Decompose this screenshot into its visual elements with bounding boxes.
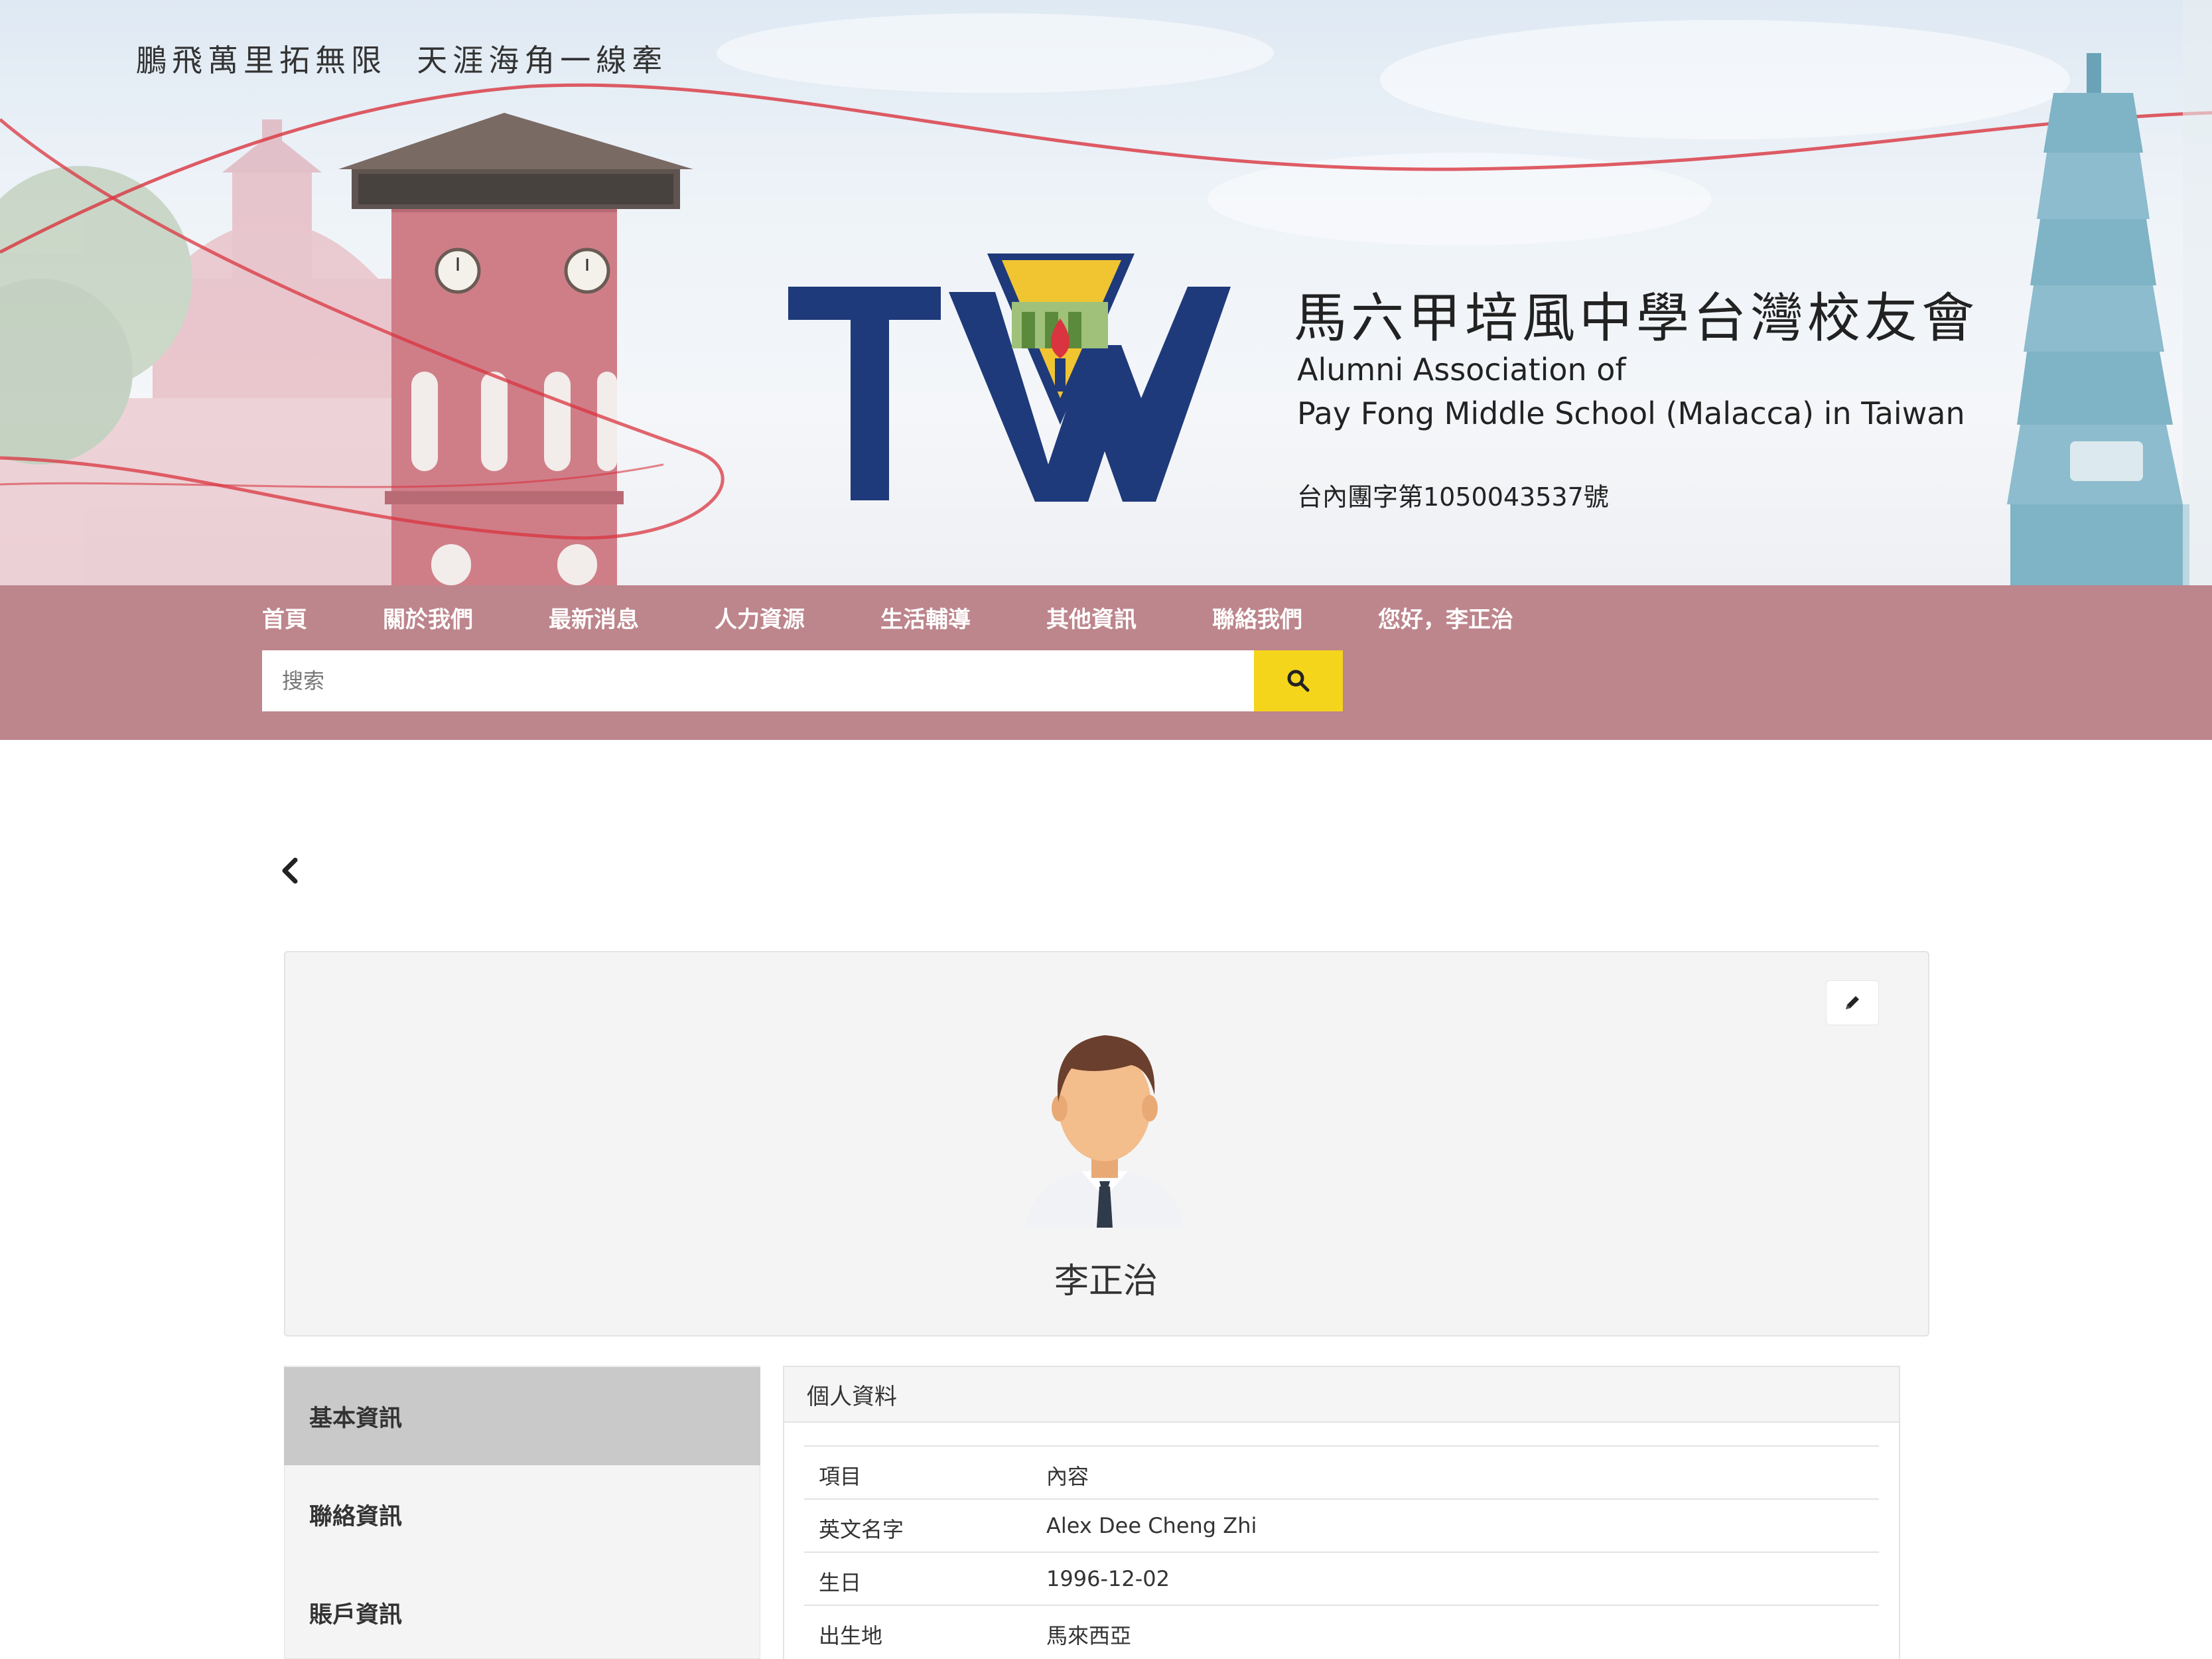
nav-item-contact[interactable]: 聯絡我們 bbox=[1212, 601, 1302, 634]
row-label: 生日 bbox=[819, 1570, 862, 1595]
user-avatar bbox=[1025, 1035, 1184, 1228]
nav-item-human-resources[interactable]: 人力資源 bbox=[715, 601, 805, 634]
nav-item-other-info[interactable]: 其他資訊 bbox=[1046, 601, 1137, 634]
tab-account-info[interactable]: 賬戶資訊 bbox=[284, 1563, 760, 1659]
row-value: 1996-12-02 bbox=[1046, 1566, 1170, 1591]
chevron-left-icon bbox=[282, 857, 298, 884]
table-row: 生日 1996-12-02 bbox=[804, 1551, 1879, 1605]
row-label: 英文名字 bbox=[819, 1517, 904, 1542]
slogan-text: 鵬飛萬里拓無限 天涯海角一線牽 bbox=[136, 42, 668, 78]
nav-item-user-greeting[interactable]: 您好，李正治 bbox=[1378, 601, 1513, 634]
nav-item-life-guidance[interactable]: 生活輔導 bbox=[880, 601, 971, 634]
header-banner: 鵬飛萬里拓無限 天涯海角一線牽 馬六甲培風中學台灣校友會 Alumni Asso… bbox=[0, 0, 2212, 585]
nav-item-news[interactable]: 最新消息 bbox=[549, 601, 639, 634]
tab-basic-info[interactable]: 基本資訊 bbox=[284, 1367, 760, 1465]
tw-logo bbox=[788, 253, 1231, 502]
table-row: 英文名字 Alex Dee Cheng Zhi bbox=[804, 1498, 1879, 1551]
row-value: Alex Dee Cheng Zhi bbox=[1046, 1513, 1257, 1538]
nav-item-about[interactable]: 關於我們 bbox=[383, 601, 473, 634]
org-name-english-line2: Pay Fong Middle School (Malacca) in Taiw… bbox=[1297, 396, 1965, 431]
column-header-content: 內容 bbox=[1046, 1464, 1089, 1489]
pencil-icon bbox=[1846, 996, 1859, 1009]
org-name-chinese: 馬六甲培風中學台灣校友會 bbox=[1294, 287, 1978, 349]
search-icon bbox=[1287, 670, 1310, 692]
search-input[interactable] bbox=[262, 650, 1254, 711]
org-name-english-line1: Alumni Association of bbox=[1297, 352, 1626, 388]
table-header-row: 項目 內容 bbox=[804, 1445, 1879, 1498]
row-label: 出生地 bbox=[819, 1623, 883, 1648]
tab-contact-info[interactable]: 聯絡資訊 bbox=[284, 1465, 760, 1563]
search-button[interactable] bbox=[1254, 650, 1343, 711]
nav-item-home[interactable]: 首頁 bbox=[262, 601, 307, 634]
table-row: 出生地 馬來西亞 bbox=[804, 1605, 1879, 1658]
row-value: 馬來西亞 bbox=[1046, 1623, 1132, 1648]
column-header-item: 項目 bbox=[819, 1464, 862, 1489]
registration-number: 台內團字第1050043537號 bbox=[1297, 482, 1609, 512]
back-button[interactable] bbox=[276, 855, 303, 887]
edit-profile-button[interactable] bbox=[1826, 980, 1879, 1025]
panel-title: 個人資料 bbox=[784, 1367, 1899, 1423]
profile-name: 李正治 bbox=[1054, 1262, 1158, 1301]
